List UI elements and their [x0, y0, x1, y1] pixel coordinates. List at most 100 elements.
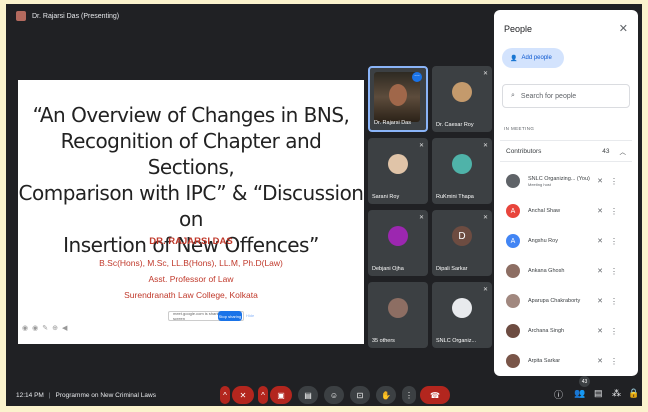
participant-count-badge: 43 — [579, 376, 590, 387]
tile-name: Dr. Caesar Roy — [436, 122, 474, 128]
more-vert-icon[interactable]: ⋮ — [608, 237, 620, 246]
participant-tile[interactable]: ✕ Dr. Caesar Roy — [432, 66, 492, 132]
mic-off-icon: ✕ — [239, 390, 247, 400]
stop-sharing-button[interactable]: Stop sharing — [218, 311, 242, 321]
slide-title-line: Comparison with IPC” & “Discussion on — [18, 181, 364, 231]
more-options-button[interactable]: ⋮ — [402, 386, 416, 404]
participant-tile[interactable]: ✕ Debjani Ojha — [368, 210, 428, 276]
zoom-icon[interactable]: ⊕ — [52, 324, 58, 332]
tile-name: Dr. Rajarsi Das — [374, 120, 411, 126]
slide-credentials: B.Sc(Hons), M.Sc, LL.B(Hons), LL.M, Ph.D… — [18, 255, 364, 303]
tile-name: Debjani Ojha — [372, 266, 404, 272]
contributors-group[interactable]: Contributors 43 ︿ — [500, 140, 632, 162]
mic-off-icon[interactable]: ✕ — [592, 207, 608, 215]
avatar — [452, 154, 472, 175]
list-item[interactable]: Aparupa Chakraborty ✕ ⋮ — [500, 286, 632, 316]
more-vert-icon: ⋮ — [405, 390, 413, 400]
group-count: 43 — [602, 147, 610, 155]
more-vert-icon[interactable]: ⋮ — [608, 327, 620, 336]
list-item[interactable]: A Anchal Shaw ✕ ⋮ — [500, 196, 632, 226]
list-item[interactable]: Archana Singh ✕ ⋮ — [500, 316, 632, 346]
mic-off-icon[interactable]: ✕ — [592, 297, 608, 305]
mic-off-icon[interactable]: ✕ — [592, 177, 608, 185]
others-tile[interactable]: 35 others — [368, 282, 428, 348]
camera-toggle-button[interactable]: ▣ — [270, 386, 292, 404]
tile-name: RuKmini Thapa — [436, 194, 474, 200]
presenting-icon — [16, 11, 26, 21]
chevron-up-icon[interactable]: ︿ — [620, 146, 627, 156]
search-placeholder: Search for people — [520, 92, 577, 100]
more-options-icon[interactable]: … — [412, 72, 422, 82]
mic-options-button[interactable]: ^ — [220, 386, 230, 404]
more-icon[interactable]: ◀ — [62, 324, 67, 332]
add-person-icon: 👤 — [510, 55, 518, 62]
participant-role: Meeting host — [528, 181, 551, 187]
slide-nav-icon[interactable]: ◉ — [32, 324, 38, 332]
tile-name: SNLC Organiz... — [436, 338, 477, 344]
pen-icon[interactable]: ✎ — [42, 324, 48, 332]
camera-off-icon: ▣ — [277, 390, 285, 400]
camera-options-button[interactable]: ^ — [258, 386, 268, 404]
info-icon[interactable]: ⓘ — [554, 388, 563, 401]
search-input[interactable]: ⌕ Search for people — [502, 84, 630, 108]
reactions-button[interactable]: ☺ — [324, 386, 344, 404]
mic-off-icon: ✕ — [482, 143, 488, 149]
avatar — [452, 298, 472, 319]
mic-toggle-button[interactable]: ✕ — [232, 386, 254, 404]
list-item[interactable]: A Angshu Roy ✕ ⋮ — [500, 226, 632, 256]
list-item[interactable]: Arpita Sarkar ✕ ⋮ — [500, 346, 632, 376]
mic-off-icon[interactable]: ✕ — [592, 357, 608, 365]
chat-icon[interactable]: ▤ — [594, 388, 603, 399]
presenting-label: Dr. Rajarsi Das (Presenting) — [32, 12, 120, 20]
hide-button[interactable]: Hide — [246, 313, 254, 318]
people-icon[interactable]: 👥 — [574, 388, 585, 399]
present-icon: ⊡ — [356, 390, 364, 400]
mic-off-icon: ✕ — [482, 215, 488, 221]
mic-off-icon[interactable]: ✕ — [592, 237, 608, 245]
avatar — [388, 226, 408, 247]
avatar — [506, 354, 520, 368]
participant-name: Arpita Sarkar — [528, 358, 561, 364]
mic-off-icon[interactable]: ✕ — [592, 267, 608, 275]
people-panel: People ✕ 👤 Add people ⌕ Search for peopl… — [494, 10, 638, 376]
slide-presenter-name: DR. RAJARSI DAS — [149, 236, 233, 247]
more-vert-icon[interactable]: ⋮ — [608, 267, 620, 276]
lock-icon[interactable]: 🔒 — [628, 388, 639, 399]
present-button[interactable]: ⊡ — [350, 386, 370, 404]
captions-button[interactable]: ▤ — [298, 386, 318, 404]
face-image — [389, 84, 407, 106]
credential-line: Surendranath Law College, Kolkata — [124, 290, 258, 300]
more-vert-icon[interactable]: ⋮ — [608, 297, 620, 306]
participant-tile[interactable]: … Dr. Rajarsi Das — [368, 66, 428, 132]
leave-call-button[interactable]: ☎ — [420, 386, 450, 404]
participant-tile[interactable]: ✕ RuKmini Thapa — [432, 138, 492, 204]
activities-icon[interactable]: ⁂ — [612, 388, 621, 399]
participant-tile[interactable]: ✕ SNLC Organiz... — [432, 282, 492, 348]
add-people-button[interactable]: 👤 Add people — [502, 48, 564, 68]
separator: | — [48, 391, 51, 399]
slide-nav-icon[interactable]: ◉ — [22, 324, 28, 332]
participant-name: Angshu Roy — [528, 238, 558, 244]
more-vert-icon[interactable]: ⋮ — [608, 357, 620, 366]
list-item[interactable]: SNLC Organizing... (You) Meeting host ✕ ⋮ — [500, 166, 632, 196]
avatar: A — [506, 204, 520, 218]
hang-up-icon: ☎ — [430, 390, 440, 400]
raise-hand-button[interactable]: ✋ — [376, 386, 396, 404]
mic-off-icon[interactable]: ✕ — [592, 327, 608, 335]
avatar — [506, 264, 520, 278]
captions-icon: ▤ — [304, 390, 312, 400]
slide-toolbar: ◉ ◉ ✎ ⊕ ◀ — [22, 324, 67, 332]
list-item[interactable]: Ankana Ghosh ✕ ⋮ — [500, 256, 632, 286]
emoji-icon: ☺ — [329, 390, 339, 400]
avatar — [506, 174, 520, 188]
meet-window: Dr. Rajarsi Das (Presenting) “An Overvie… — [6, 4, 642, 406]
participant-tile[interactable]: ✕ D Dipali Sarkar — [432, 210, 492, 276]
slide-title-line: Recognition of Chapter and Sections, — [60, 129, 322, 179]
close-icon[interactable]: ✕ — [619, 22, 628, 35]
participant-tile[interactable]: ✕ Sarani Roy — [368, 138, 428, 204]
avatar — [506, 324, 520, 338]
more-vert-icon[interactable]: ⋮ — [608, 207, 620, 216]
participant-name: SNLC Organizing... (You) — [528, 175, 590, 182]
hand-icon: ✋ — [381, 390, 391, 400]
more-vert-icon[interactable]: ⋮ — [608, 177, 620, 186]
